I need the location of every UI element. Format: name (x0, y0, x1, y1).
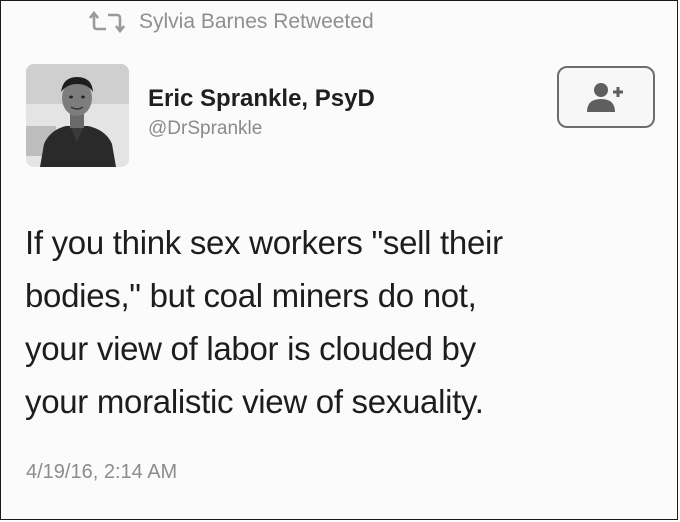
tweet-timestamp[interactable]: 4/19/16, 2:14 AM (26, 461, 177, 484)
avatar-photo (26, 64, 129, 167)
tweet-line: your moralistic view of sexuality. (25, 383, 484, 420)
retweet-text: Sylvia Barnes Retweeted (139, 10, 374, 33)
author-handle[interactable]: @DrSprankle (148, 118, 262, 140)
retweet-context[interactable]: Sylvia Barnes Retweeted (88, 10, 374, 34)
tweet-card: Sylvia Barnes Retweeted Eric Sprankle, P… (0, 0, 678, 520)
tweet-line: bodies," but coal miners do not, (25, 277, 477, 314)
follow-button[interactable] (557, 66, 655, 128)
tweet-line: If you think sex workers "sell their (25, 224, 503, 261)
tweet-line: your view of labor is clouded by (25, 330, 476, 367)
avatar[interactable] (26, 64, 129, 167)
tweet-text: If you think sex workers "sell their bod… (25, 216, 645, 428)
follow-user-plus-icon (587, 83, 623, 112)
retweet-icon (88, 10, 126, 34)
author-name[interactable]: Eric Sprankle, PsyD (148, 85, 375, 113)
